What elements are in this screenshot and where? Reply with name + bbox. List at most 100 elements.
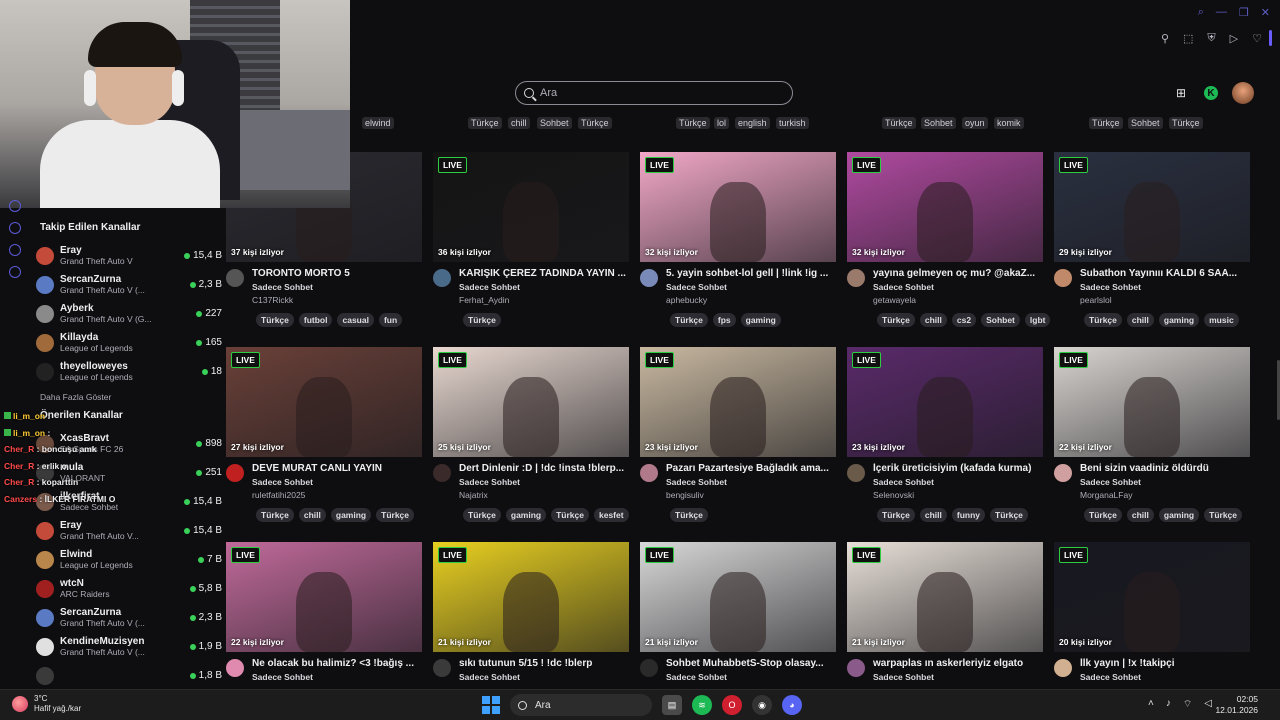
stream-card[interactable]: LIVE 20 kişi izliyor İlk yayın | !x !takip… xyxy=(1054,542,1250,682)
tag-chip[interactable]: Sohbet xyxy=(981,313,1020,327)
tag-icon[interactable] xyxy=(9,244,21,256)
tag-chip[interactable]: Türkçe xyxy=(376,508,414,522)
stream-category[interactable]: Sadece Sohbet xyxy=(252,672,422,682)
tag-chip[interactable]: Türkçe xyxy=(578,117,612,129)
tag-chip[interactable]: chill xyxy=(508,117,530,129)
tag-chip[interactable]: english xyxy=(735,117,770,129)
channel-avatar[interactable] xyxy=(847,464,865,482)
opera-icon[interactable]: O xyxy=(722,695,742,715)
show-more-link[interactable]: Daha Fazla Göster xyxy=(40,392,222,402)
search-bar[interactable] xyxy=(515,81,793,105)
chat-username[interactable]: Cher_R xyxy=(4,444,34,454)
followed-channel[interactable]: Eray Grand Theft Auto V 15,4 B xyxy=(36,241,222,270)
stream-thumbnail[interactable]: LIVE 25 kişi izliyor xyxy=(433,347,629,457)
stream-category[interactable]: Sadece Sohbet xyxy=(459,672,629,682)
steam-icon[interactable]: ◉ xyxy=(752,695,772,715)
taskbar-search[interactable]: Ara xyxy=(510,694,652,716)
chat-username[interactable]: li_m_on xyxy=(13,411,45,421)
tag-chip[interactable]: Sohbet xyxy=(921,117,956,129)
stream-card[interactable]: LIVE 32 kişi izliyor yayına gelmeyen oç mu… xyxy=(847,152,1051,327)
tag-chip[interactable]: casual xyxy=(337,313,374,327)
followed-channel[interactable]: Ayberk Grand Theft Auto V (G... 227 xyxy=(36,299,222,328)
stream-category[interactable]: Sadece Sohbet xyxy=(1080,282,1250,292)
tag-chip[interactable]: lgbt xyxy=(1024,313,1051,327)
channel-name[interactable]: C137Rickk xyxy=(252,295,422,305)
stream-card[interactable]: LIVE 21 kişi izliyor warpaplas ın askerler… xyxy=(847,542,1043,682)
tag-chip[interactable]: kesfet xyxy=(593,508,629,522)
wifi-icon[interactable]: ⌔ xyxy=(1183,698,1192,711)
stream-title[interactable]: Dert Dinlenir :D | !dc !insta !blerp... xyxy=(459,463,629,474)
crop-icon[interactable]: ⬚ xyxy=(1183,32,1193,45)
tag-chip[interactable]: Türkçe xyxy=(676,117,710,129)
channel-avatar[interactable] xyxy=(433,659,451,677)
stream-category[interactable]: Sadece Sohbet xyxy=(666,477,836,487)
kick-icon[interactable]: K xyxy=(1204,86,1218,100)
weather-widget[interactable]: 3°C Hafif yağ./kar xyxy=(12,694,81,714)
channel-name[interactable]: pearlslol xyxy=(1080,295,1250,305)
stream-category[interactable]: Sadece Sohbet xyxy=(252,477,422,487)
tag-chip[interactable]: Türkçe xyxy=(670,508,708,522)
tag-chip[interactable]: elwind xyxy=(362,117,394,129)
compass-icon[interactable] xyxy=(9,200,21,212)
close-icon[interactable]: ✕ xyxy=(1261,6,1270,19)
stream-category[interactable]: Sadece Sohbet xyxy=(1080,672,1250,682)
tag-chip[interactable]: gaming xyxy=(1158,313,1200,327)
channel-avatar[interactable] xyxy=(433,464,451,482)
stream-title[interactable]: TORONTO MORTO 5 xyxy=(252,268,422,279)
recommended-channel[interactable]: wtcN ARC Raiders 5,8 B xyxy=(36,574,222,603)
tag-chip[interactable]: oyun xyxy=(962,117,988,129)
tag-chip[interactable]: futbol xyxy=(298,313,333,327)
channel-name[interactable]: bengisuliv xyxy=(666,490,836,500)
channel-avatar[interactable] xyxy=(226,659,244,677)
tag-chip[interactable]: gaming xyxy=(1158,508,1200,522)
stream-thumbnail[interactable]: LIVE 36 kişi izliyor xyxy=(433,152,629,262)
stream-category[interactable]: Sadece Sohbet xyxy=(666,282,836,292)
tag-chip[interactable]: Türkçe xyxy=(877,313,915,327)
tag-chip[interactable]: Türkçe xyxy=(1204,508,1242,522)
channel-name[interactable]: Najatrix xyxy=(459,490,629,500)
stream-thumbnail[interactable]: LIVE 27 kişi izliyor xyxy=(226,347,422,457)
chevron-up-icon[interactable]: ˄ xyxy=(1148,698,1154,711)
clock[interactable]: 02:05 12.01.2026 xyxy=(1215,694,1258,716)
stream-thumbnail[interactable]: LIVE 22 kişi izliyor xyxy=(1054,347,1250,457)
stream-title[interactable]: sıkı tutunun 5/15 ! !dc !blerp xyxy=(459,658,629,669)
tag-chip[interactable]: gaming xyxy=(330,508,372,522)
stream-thumbnail[interactable]: LIVE 21 kişi izliyor xyxy=(640,542,836,652)
stream-card[interactable]: LIVE 21 kişi izliyor Sohbet MuhabbetS-Stop… xyxy=(640,542,836,682)
channel-avatar[interactable] xyxy=(640,269,658,287)
file-explorer-icon[interactable]: ▤ xyxy=(662,695,682,715)
avatar[interactable] xyxy=(1232,82,1254,104)
stream-card[interactable]: LIVE 25 kişi izliyor Dert Dinlenir :D | !d… xyxy=(433,347,629,522)
search-icon[interactable]: ⌕ xyxy=(1198,6,1204,19)
stream-category[interactable]: Sadece Sohbet xyxy=(873,282,1043,292)
chat-username[interactable]: Canzers xyxy=(4,494,37,504)
tag-chip[interactable]: komik xyxy=(994,117,1024,129)
recommended-channel[interactable]: Eray Grand Theft Auto V... 15,4 B xyxy=(36,516,222,545)
stream-thumbnail[interactable]: LIVE 29 kişi izliyor xyxy=(1054,152,1250,262)
tag-chip[interactable]: chill xyxy=(1126,313,1154,327)
channel-avatar[interactable] xyxy=(640,464,658,482)
stream-title[interactable]: DEVE MURAT CANLI YAYIN xyxy=(252,463,422,474)
shield-icon[interactable]: ⛨ xyxy=(1207,32,1215,45)
channel-avatar[interactable] xyxy=(1054,269,1072,287)
stream-title[interactable]: Subathon Yayınııı KALDI 6 SAA... xyxy=(1080,268,1250,279)
stream-thumbnail[interactable]: LIVE 32 kişi izliyor xyxy=(847,152,1043,262)
stream-title[interactable]: Pazarı Pazartesiye Bağladık ama... xyxy=(666,463,836,474)
chat-username[interactable]: Cher_R xyxy=(4,461,34,471)
followed-channel[interactable]: SercanZurna Grand Theft Auto V (... 2,3 B xyxy=(36,270,222,299)
channel-name[interactable]: Selenovski xyxy=(873,490,1043,500)
stream-category[interactable]: Sadece Sohbet xyxy=(252,282,422,292)
tag-chip[interactable]: chill xyxy=(919,313,947,327)
stream-thumbnail[interactable]: LIVE 23 kişi izliyor xyxy=(640,347,836,457)
tag-chip[interactable]: Sohbet xyxy=(537,117,572,129)
stream-title[interactable]: İçerik üreticisiyim (kafada kurma) xyxy=(873,463,1043,474)
minimize-icon[interactable]: — xyxy=(1216,6,1227,19)
stream-category[interactable]: Sadece Sohbet xyxy=(459,477,629,487)
channel-name[interactable]: aphebucky xyxy=(666,295,836,305)
channel-avatar[interactable] xyxy=(847,659,865,677)
channel-avatar[interactable] xyxy=(226,269,244,287)
tag-chip[interactable]: fps xyxy=(712,313,736,327)
tag-chip[interactable]: Türkçe xyxy=(463,313,501,327)
channel-avatar[interactable] xyxy=(640,659,658,677)
tag-chip[interactable]: Türkçe xyxy=(1084,508,1122,522)
